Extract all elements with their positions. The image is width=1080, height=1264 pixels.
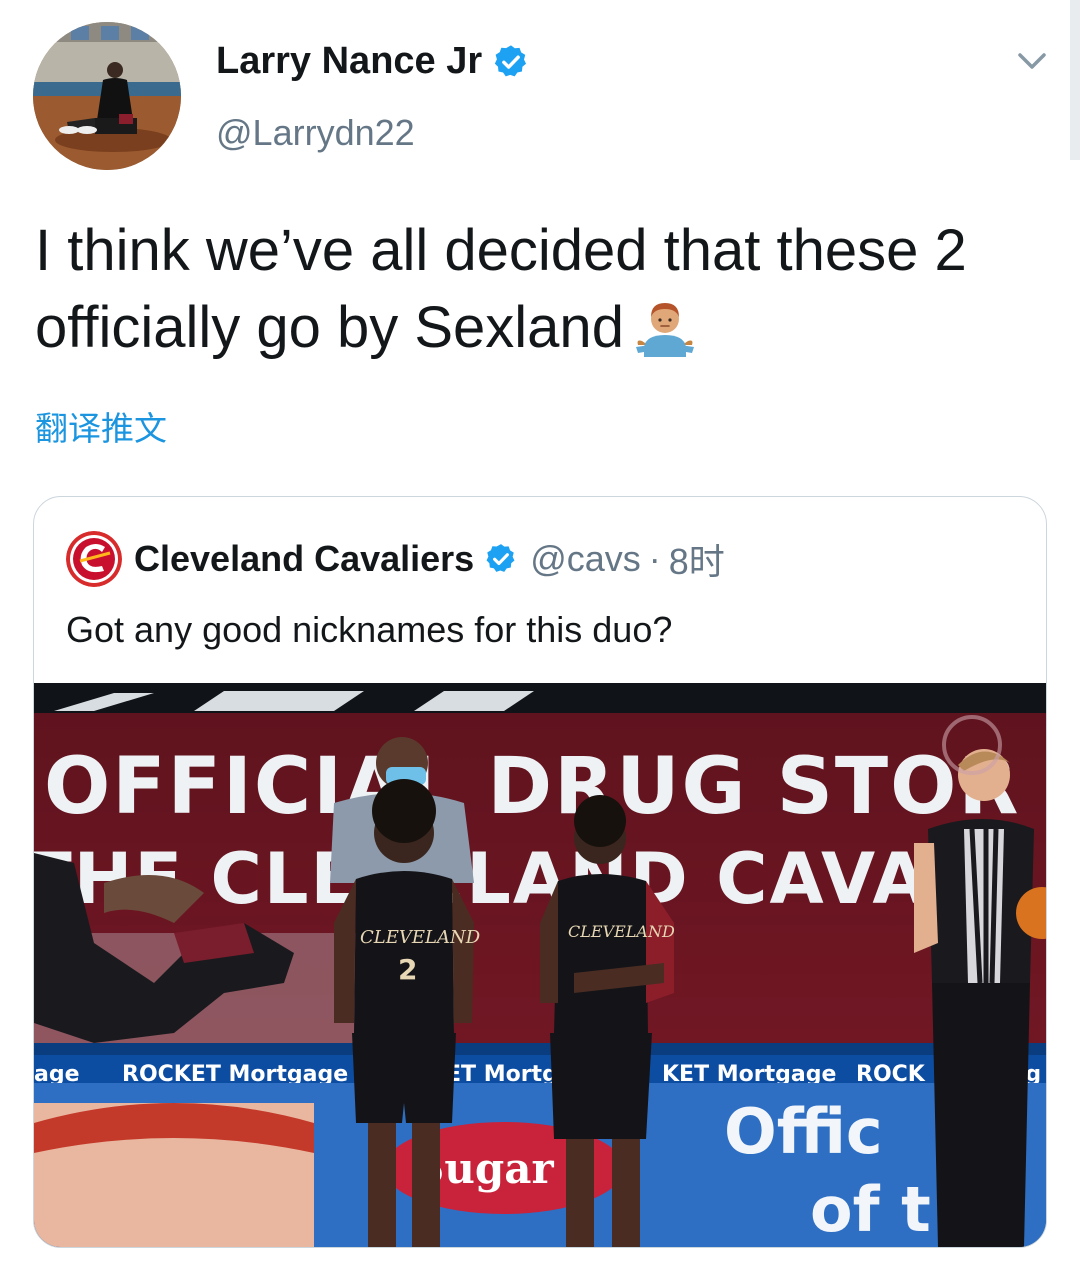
author-name-text[interactable]: Larry Nance Jr [216, 40, 482, 83]
scrollbar[interactable] [1070, 0, 1080, 160]
jersey-text-2: CLEVELAND [568, 922, 675, 941]
banner-top-text: OFFICIAL DRUG STOR [44, 742, 1020, 832]
verified-badge-icon [495, 44, 527, 76]
quoted-tweet-card[interactable]: Cleveland Cavaliers @cavs · 8时 Got any g… [33, 496, 1047, 1248]
chevron-down-icon[interactable] [1012, 46, 1052, 76]
quoted-author-name[interactable]: Cleveland Cavaliers [134, 538, 474, 580]
quoted-author-handle[interactable]: @cavs [530, 538, 641, 580]
person-shrugging-emoji-icon [635, 303, 694, 357]
quoted-tweet-text: Got any good nicknames for this duo? [66, 609, 673, 650]
author-name[interactable]: Larry Nance Jr [216, 40, 530, 83]
cavaliers-logo-avatar[interactable] [66, 531, 122, 587]
translate-tweet-link[interactable]: 翻译推文 [35, 402, 167, 450]
verified-badge-icon [486, 544, 515, 572]
quoted-timestamp[interactable]: 8时 [669, 533, 725, 585]
avatar[interactable] [33, 22, 181, 170]
ad-of-text: of t [810, 1173, 931, 1246]
tweet-text: I think we’ve all decided that these 2 o… [35, 212, 1045, 366]
separator-dot: · [648, 538, 661, 579]
jersey-number: 2 [398, 953, 417, 986]
jersey-text-1: CLEVELAND [360, 927, 481, 948]
tweet-text-body: I think we’ve all decided that these 2 o… [35, 218, 967, 360]
author-handle[interactable]: @Larrydn22 [216, 112, 415, 154]
quoted-tweet-photo[interactable]: OFFICIAL DRUG STOR THE CLEVELAND CAVA ag… [34, 683, 1046, 1247]
quoted-tweet-header: Cleveland Cavaliers @cavs · 8时 [66, 531, 725, 587]
ad-official-text: Offic [724, 1095, 883, 1168]
avatar-photo [33, 22, 181, 170]
